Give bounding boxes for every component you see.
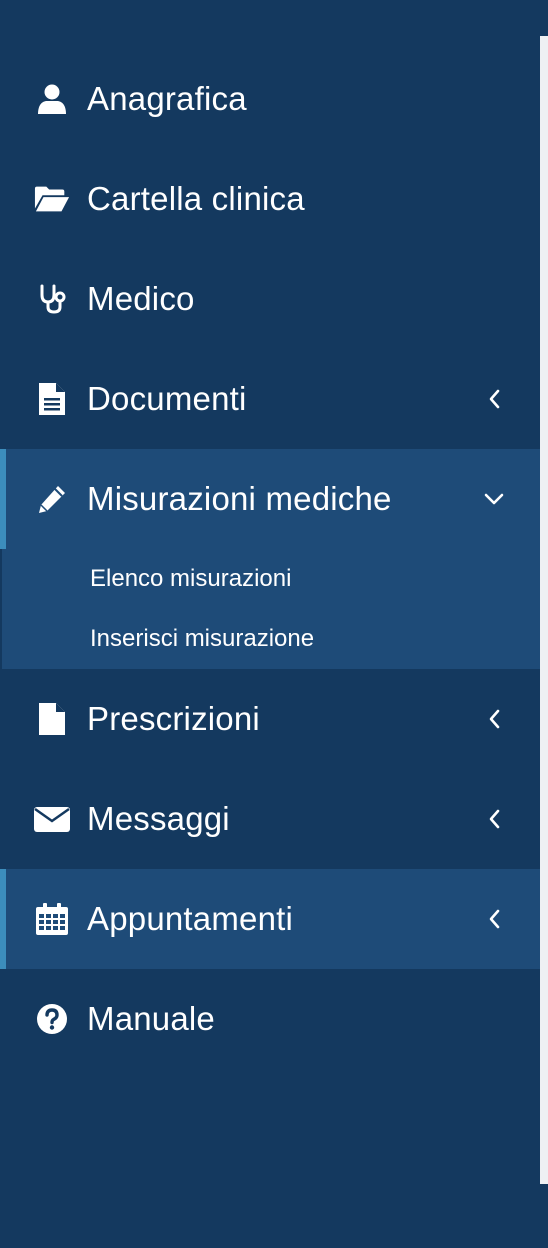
- scrollbar-track: [540, 0, 548, 1248]
- sidebar-item-appuntamenti[interactable]: Appuntamenti: [0, 869, 540, 969]
- sidebar-item-label: Cartella clinica: [87, 180, 305, 217]
- sidebar-item-label: Manuale: [87, 1000, 215, 1037]
- chevron-left-icon: [482, 807, 506, 831]
- folder-open-icon: [34, 182, 70, 216]
- sidebar-item-label: Anagrafica: [87, 80, 247, 117]
- chevron-left-icon: [482, 387, 506, 411]
- chevron-left-icon: [482, 707, 506, 731]
- sidebar-item-cartella-clinica[interactable]: Cartella clinica: [0, 149, 540, 249]
- sidebar-item-anagrafica[interactable]: Anagrafica: [0, 49, 540, 149]
- calendar-icon: [34, 902, 70, 936]
- sidebar-item-prescrizioni[interactable]: Prescrizioni: [0, 669, 540, 769]
- sidebar-item-documenti[interactable]: Documenti: [0, 349, 540, 449]
- sidebar-item-label: Appuntamenti: [87, 900, 294, 937]
- edge-accent: [540, 1184, 548, 1248]
- file-text-icon: [34, 382, 70, 416]
- sidebar-item-manuale[interactable]: Manuale: [0, 969, 540, 1069]
- submenu-misurazioni: Elenco misurazioni Inserisci misurazione: [2, 549, 540, 669]
- sidebar-item-medico[interactable]: Medico: [0, 249, 540, 349]
- file-icon: [34, 702, 70, 736]
- sidebar-item-label: Messaggi: [87, 800, 230, 837]
- submenu-item-elenco-misurazioni[interactable]: Elenco misurazioni: [2, 549, 540, 609]
- pencil-icon: [34, 482, 70, 516]
- sidebar-item-misurazioni-mediche[interactable]: Misurazioni mediche: [0, 449, 540, 549]
- envelope-icon: [34, 802, 70, 836]
- sidebar-item-messaggi[interactable]: Messaggi: [0, 769, 540, 869]
- stethoscope-icon: [34, 282, 70, 316]
- submenu-item-inserisci-misurazione[interactable]: Inserisci misurazione: [2, 609, 540, 669]
- chevron-left-icon: [482, 907, 506, 931]
- question-circle-icon: [34, 1002, 70, 1036]
- sidebar-item-label: Misurazioni mediche: [87, 480, 392, 517]
- chevron-down-icon: [482, 487, 506, 511]
- sidebar-menu: Anagrafica Cartella clinica Medico Docum…: [0, 49, 540, 1069]
- sidebar-item-label: Medico: [87, 280, 195, 317]
- user-icon: [34, 82, 70, 116]
- sidebar: Anagrafica Cartella clinica Medico Docum…: [0, 0, 540, 1248]
- sidebar-item-label: Prescrizioni: [87, 700, 260, 737]
- sidebar-item-label: Documenti: [87, 380, 247, 417]
- submenu-item-label: Elenco misurazioni: [90, 565, 292, 592]
- submenu-item-label: Inserisci misurazione: [90, 625, 315, 652]
- edge-accent: [540, 0, 548, 36]
